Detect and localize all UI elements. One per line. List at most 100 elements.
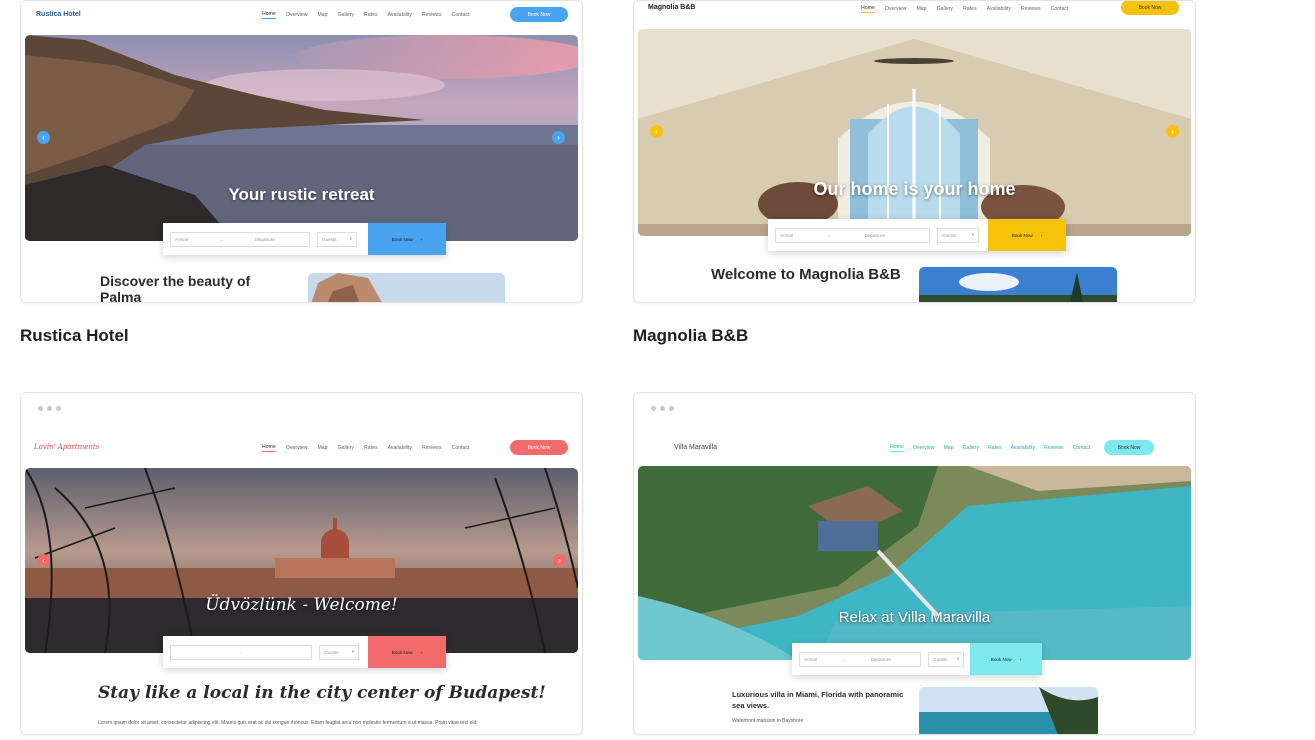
booking-bar: Arrival → Departure Guests ▾ Book Now › [792,643,1042,675]
arrow-right-icon: → [219,236,224,242]
hero-image-island: Relax at Villa Maravilla [638,466,1191,660]
preview-book-now-button: Book Now [510,440,568,455]
preview-nav-item: Overview [285,12,308,18]
chevron-down-icon: ▾ [956,656,959,661]
arrival-label: Arrival [175,236,189,242]
preview-logo: Rustica Hotel [36,11,81,18]
hero-image-coast: ‹ › Your rustic retreat [25,35,578,241]
booking-submit-label: Book Now [1011,232,1033,238]
arrow-right-icon: → [841,656,847,662]
preview-nav-item: Map [943,445,954,451]
preview-nav-item: Gallery [962,445,979,451]
preview-nav-item: Contact [1050,6,1069,12]
prev-arrow-icon: ‹ [650,125,663,138]
preview-nav-item: Rates [988,445,1002,451]
section-title: Discover the beauty of Palma [100,273,251,303]
arrival-field: Arrival → Departure [799,651,921,667]
arrival-field: ◌ [170,644,312,660]
guests-field: Guests ▾ [319,644,359,660]
template-card-lovin-apartments[interactable]: Lovin' Apartments Home Overview Map Gall… [20,392,583,735]
template-card-villa-maravilla[interactable]: Villa Maravilla Home Overview Map Galler… [633,392,1196,735]
window-dots [38,406,61,411]
preview-menu: Home Overview Map Gallery Rates Availabi… [262,11,469,19]
preview-menu: Home Overview Map Gallery Rates Availabi… [262,444,469,452]
preview-nav-item: Home [861,5,875,13]
preview-nav-item: Contact [1072,445,1091,451]
preview-nav-item: Gallery [337,12,354,18]
preview-nav-item: Contact [451,12,470,18]
preview-nav-item: Rates [364,12,378,18]
preview-logo: Villa Maravilla [674,444,718,451]
guests-field: Guests ▾ [317,231,357,247]
template-card-rustica[interactable]: Rustica Hotel Home Overview Map Gallery … [20,0,583,303]
booking-submit-button: Book Now › [368,636,446,668]
chevron-right-icon: › [1019,656,1022,662]
template-title: Magnolia B&B [633,326,749,345]
preview-nav-item: Gallery [936,6,953,12]
booking-bar: ◌ Guests ▾ Book Now › [163,636,446,668]
chevron-down-icon: ▾ [971,232,974,237]
preview-nav-item: Home [262,11,276,19]
preview-book-now-button: Book Now [1104,440,1154,455]
guests-label: Guests [942,232,957,238]
next-arrow-icon: › [1166,125,1179,138]
preview-nav-item: Rates [963,6,977,12]
preview-nav-item: Map [317,12,328,18]
thumbnail-image [919,687,1098,734]
window-dots [651,406,674,411]
hero-title: Your rustic retreat [228,185,375,204]
arrival-label: Arrival [780,232,794,238]
booking-bar: Arrival → Departure Guests ▾ Book Now › [163,223,446,255]
arrival-label: Arrival [804,656,818,662]
preview-menu: Home Overview Map Gallery Rates Availabi… [890,444,1090,452]
booking-submit-button: Book Now › [970,643,1042,675]
section-title: Welcome to Magnolia B&B [711,266,901,283]
booking-submit-label: Book Now [391,649,413,655]
guests-field: Guests ▾ [937,227,979,243]
guests-field: Guests ▾ [928,651,964,667]
preview-menu: Home Overview Map Gallery Rates Availabi… [861,5,1068,13]
hero-image-attic-room: ‹ › Our home is your home [638,29,1191,236]
preview-nav-item: Reviews [421,12,442,18]
preview-book-now-button: Book Now [1121,1,1179,15]
preview-navbar: Rustica Hotel Home Overview Map Gallery … [21,5,582,27]
preview-nav-item: Reviews [1043,445,1064,451]
thumbnail-image [308,273,505,302]
preview-navbar: Villa Maravilla Home Overview Map Galler… [634,438,1195,460]
next-arrow-icon: › [552,131,565,144]
preview-nav-item: Availability [387,12,412,18]
chevron-right-icon: › [420,236,423,242]
hero-title: Üdvözlünk - Welcome! [205,595,398,615]
departure-label: Departure [254,236,275,242]
preview-navbar: Magnolia B&B Home Overview Map Gallery R… [634,1,1195,21]
booking-submit-label: Book Now [990,656,1012,662]
preview-book-now-button: Book Now [510,7,568,22]
template-title: Rustica Hotel [20,326,129,345]
preview-navbar: Lovin' Apartments Home Overview Map Gall… [21,438,582,460]
preview-nav-item: Reviews [1020,6,1041,12]
chevron-down-icon: ▾ [351,649,354,654]
preview-nav-item: Contact [451,445,470,451]
thumbnail-image [919,267,1117,302]
preview-nav-item: Availability [387,445,412,451]
prev-arrow-icon: ‹ [37,131,50,144]
chevron-right-icon: › [420,649,423,655]
preview-nav-item: Availability [1010,445,1035,451]
template-card-magnolia[interactable]: Magnolia B&B Home Overview Map Gallery R… [633,0,1196,303]
preview-nav-item: Reviews [421,445,442,451]
prev-arrow-icon: ‹ [37,554,50,567]
booking-bar: Arrival → Departure Guests ▾ Book Now › [768,219,1066,251]
preview-logo: Magnolia B&B [648,4,696,11]
booking-submit-button: Book Now › [368,223,446,255]
preview-nav-item: Overview [912,445,935,451]
preview-nav-item: Overview [285,445,308,451]
guests-label: Guests [933,656,948,662]
arrival-field: Arrival → Departure [170,231,310,247]
preview-nav-item: Home [890,444,904,452]
preview-nav-item: Map [317,445,328,451]
departure-label: Departure [870,656,891,662]
section-title: Stay like a local in the city center of … [98,683,546,703]
preview-nav-item: Rates [364,445,378,451]
chevron-down-icon: ▾ [349,236,352,241]
hero-image-budapest: ‹ › Üdvözlünk - Welcome! [25,468,578,653]
